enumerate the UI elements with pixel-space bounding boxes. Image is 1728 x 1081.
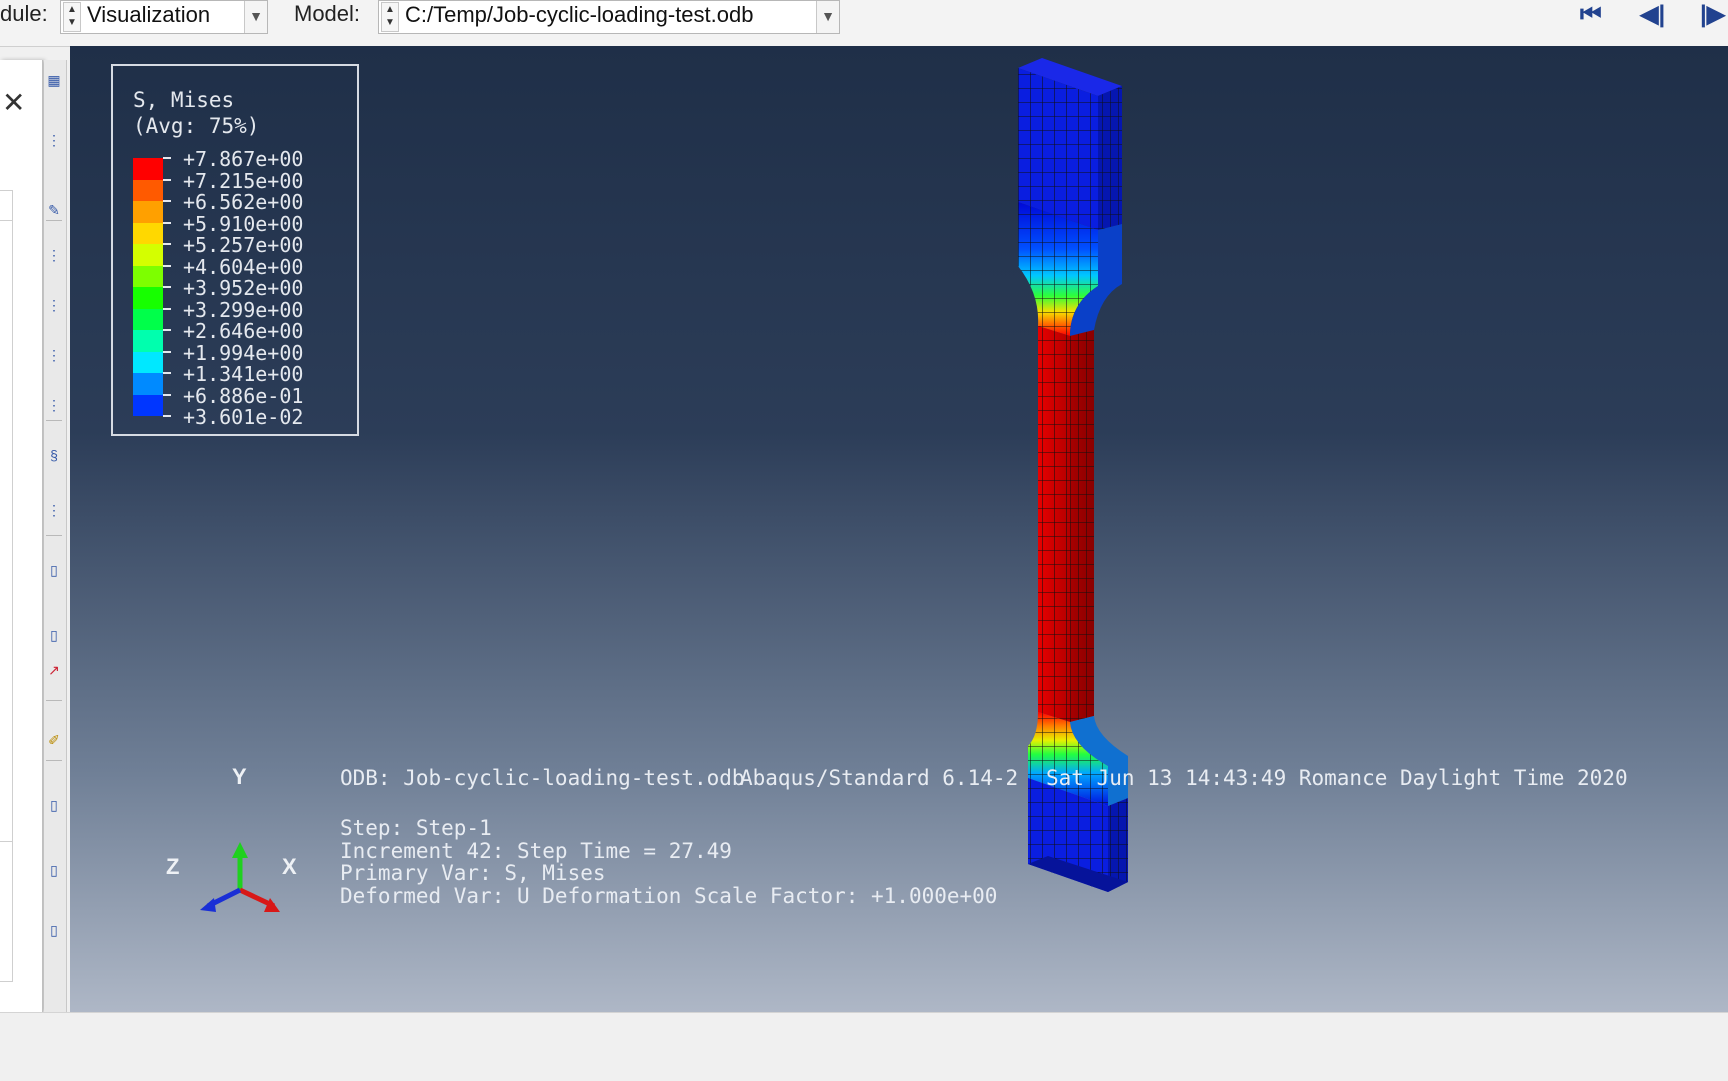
document-icon[interactable]: ▯ [46, 795, 62, 815]
deformed-var-text: Deformed Var: U Deformation Scale Factor… [340, 884, 998, 908]
list-icon[interactable]: ⋮ [46, 245, 62, 265]
analysis-date-text: Sat Jun 13 14:43:49 Romance Daylight Tim… [1046, 766, 1628, 790]
triad-x-label: X [282, 854, 297, 879]
document-icon[interactable]: ▯ [46, 560, 62, 580]
top-grip [1018, 58, 1122, 230]
model-combo[interactable]: ▲ ▼ C:/Temp/Job-cyclic-loading-test.odb ▼ [378, 0, 840, 34]
toolbox-strip: ▦ ⋮ ✎ ⋮ ⋮ ⋮ ⋮ § ⋮ ▯ ▯ ↗ ✐ ▯ ▯ ▯ [44, 60, 67, 1012]
viewport-canvas[interactable]: S, Mises (Avg: 75%) +7.867e+00 +7.215e+00… [70, 46, 1728, 1012]
module-combo[interactable]: ▲ ▼ Visualization ▼ [60, 0, 268, 34]
specimen-model [1018, 58, 1128, 892]
chevron-down-icon[interactable]: ▼ [816, 1, 839, 33]
solver-version-text: Abaqus/Standard 6.14-2 [740, 766, 1019, 790]
list-icon[interactable]: ⋮ [46, 345, 62, 365]
brush-icon[interactable]: ✐ [46, 730, 62, 750]
model-tree-panel: ✕ [0, 60, 43, 1012]
model-spin-icon[interactable]: ▲ ▼ [381, 2, 399, 32]
document-icon[interactable]: ▯ [46, 625, 62, 645]
primary-var-text: Primary Var: S, Mises [340, 861, 606, 885]
close-icon[interactable]: ✕ [2, 89, 28, 117]
list-icon[interactable]: ⋮ [46, 395, 62, 415]
step-text: Step: Step-1 [340, 816, 492, 840]
grid-icon[interactable]: ▦ [46, 70, 62, 90]
gauge-section [1038, 326, 1094, 722]
curve-icon[interactable]: § [46, 445, 62, 465]
list-icon[interactable]: ⋮ [46, 295, 62, 315]
previous-frame-icon[interactable]: ◀| [1640, 2, 1665, 28]
module-label: dule: [0, 1, 48, 26]
toolbox-divider [46, 220, 62, 221]
toolbox-divider [46, 700, 62, 701]
model-label: Model: [294, 1, 361, 26]
module-spin-icon[interactable]: ▲ ▼ [63, 2, 81, 32]
tree-list[interactable] [0, 220, 13, 842]
chevron-down-icon[interactable]: ▼ [244, 1, 267, 33]
first-frame-icon[interactable]: ⏮ [1580, 2, 1602, 28]
increment-text: Increment 42: Step Time = 27.49 [340, 839, 732, 863]
document-icon[interactable]: ▯ [46, 860, 62, 880]
toolbox-divider [46, 420, 62, 421]
context-toolbar: dule: ▲ ▼ Visualization ▼ Model: ▲ ▼ C:/Te… [0, 0, 1728, 47]
module-value: Visualization [87, 2, 211, 27]
pin-icon[interactable]: ↗ [46, 660, 62, 680]
triad-z-label: Z [166, 854, 180, 879]
odb-name-text: ODB: Job-cyclic-loading-test.odb [340, 766, 745, 790]
pencil-icon[interactable]: ✎ [46, 200, 62, 220]
next-frame-icon[interactable]: |▶ [1700, 2, 1725, 28]
list-icon[interactable]: ⋮ [46, 130, 62, 150]
bottom-panel [0, 1012, 1728, 1081]
triad-y-label: Y [232, 764, 247, 789]
model-value: C:/Temp/Job-cyclic-loading-test.odb [405, 2, 754, 27]
toolbox-divider [46, 535, 62, 536]
list-icon[interactable]: ⋮ [46, 500, 62, 520]
toolbox-divider [46, 760, 62, 761]
document-icon[interactable]: ▯ [46, 920, 62, 940]
